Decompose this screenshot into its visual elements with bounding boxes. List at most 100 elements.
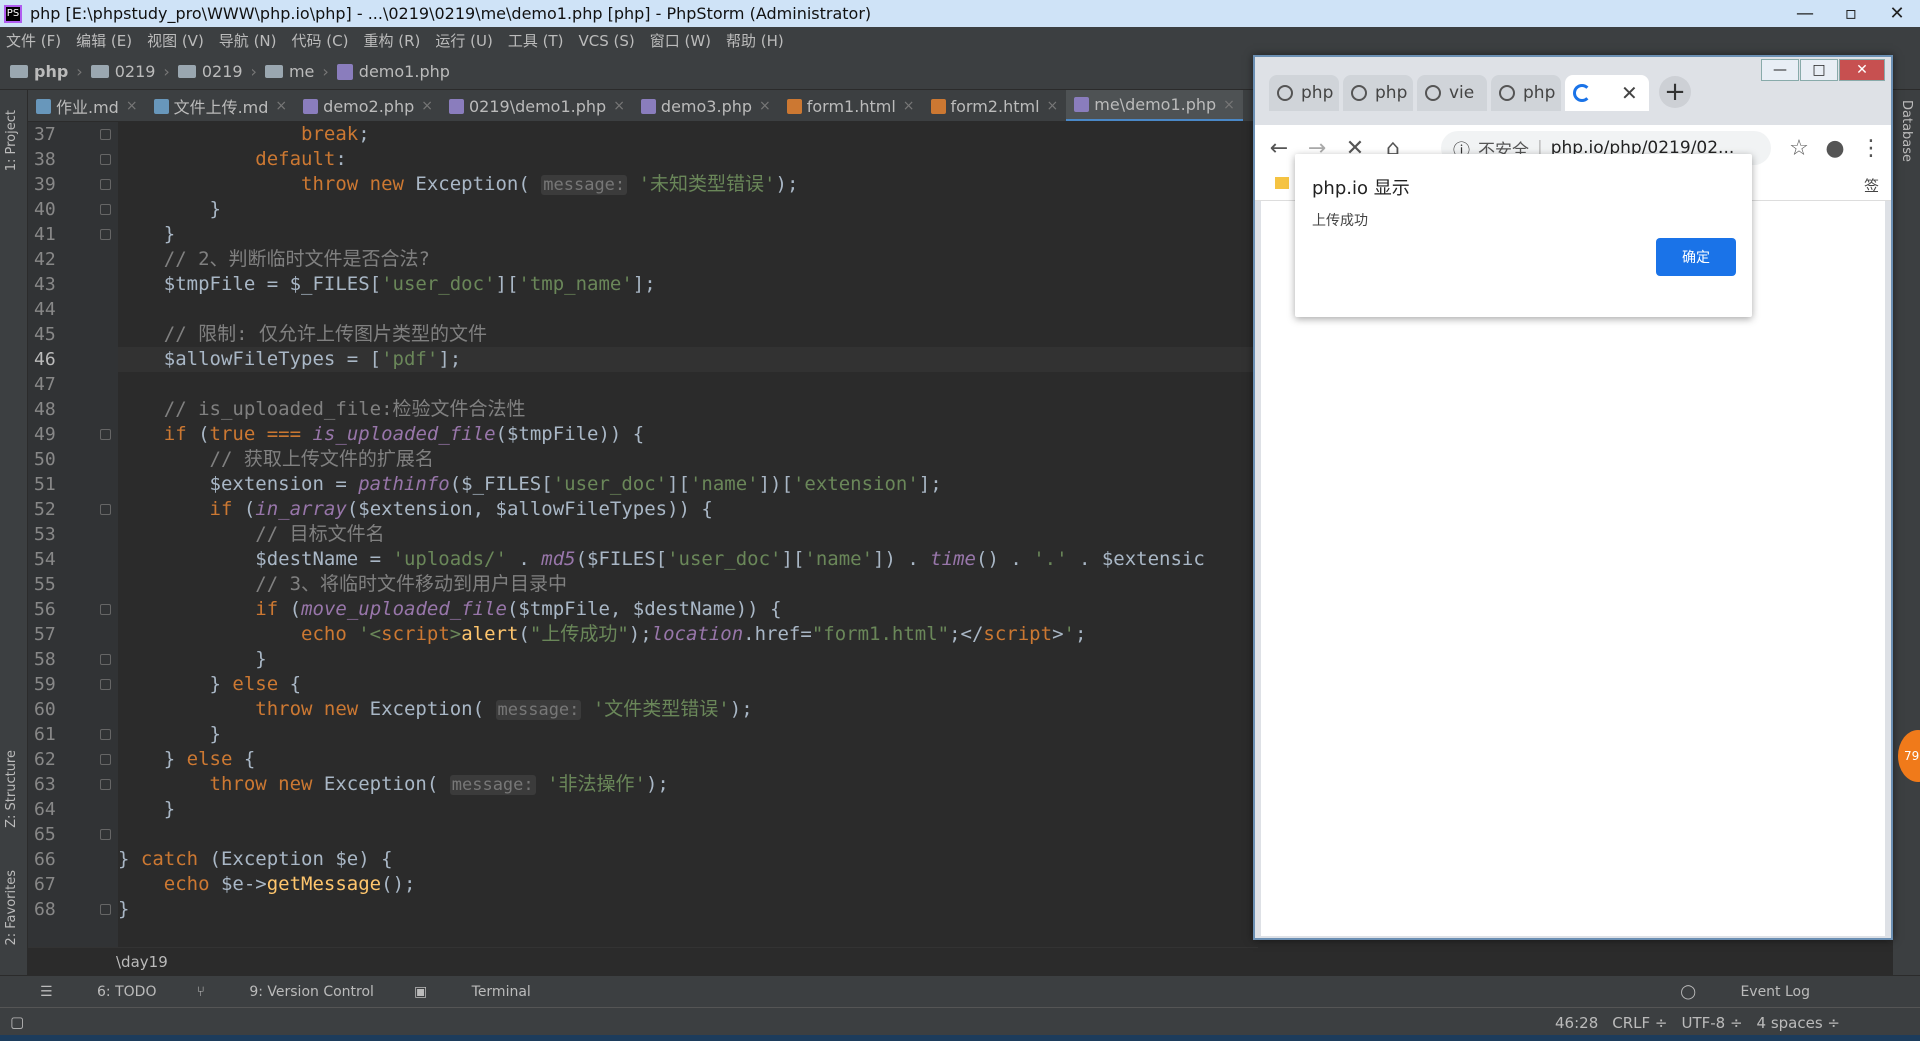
close-icon[interactable]: ✕ — [1839, 59, 1885, 81]
todo-label: 6: TODO — [97, 983, 157, 1000]
line-number: 47 — [34, 374, 56, 395]
line-number: 62 — [34, 749, 56, 770]
maximize-icon[interactable]: □ — [1800, 59, 1838, 81]
menu-window[interactable]: 窗口 (W) — [650, 30, 711, 51]
fold-marker-icon[interactable] — [100, 154, 111, 165]
menu-file[interactable]: 文件 (F) — [6, 30, 61, 51]
minimize-icon[interactable]: — — [1782, 0, 1828, 27]
account-icon[interactable]: ● — [1821, 136, 1849, 161]
menu-vcs[interactable]: VCS (S) — [578, 32, 634, 50]
line-number: 61 — [34, 724, 56, 745]
fold-marker-icon[interactable] — [100, 654, 111, 665]
favorites-tool-button[interactable]: 2: Favorites — [4, 870, 19, 946]
editor-breadcrumb[interactable]: \day19 — [28, 947, 1258, 975]
caret-position[interactable]: 46:28 — [1555, 1014, 1598, 1032]
menu-refactor[interactable]: 重构 (R) — [363, 30, 420, 51]
tab-homework-md[interactable]: 作业.md × — [28, 90, 146, 121]
event-log-button[interactable]: ◯ Event Log — [1680, 984, 1810, 1000]
tab-demo2-php[interactable]: demo2.php × — [295, 90, 441, 121]
menu-view[interactable]: 视图 (V) — [147, 30, 204, 51]
close-tab-icon[interactable]: × — [1047, 98, 1059, 114]
fold-marker-icon[interactable] — [100, 204, 111, 215]
tab-form1-html[interactable]: form1.html × — [779, 90, 923, 121]
fold-marker-icon[interactable] — [100, 904, 111, 915]
fold-marker-icon[interactable] — [100, 829, 111, 840]
browser-tab[interactable]: vie — [1417, 75, 1487, 111]
close-tab-icon[interactable]: × — [421, 98, 433, 114]
minimize-icon[interactable]: — — [1761, 59, 1799, 81]
browser-tab[interactable]: php — [1343, 75, 1413, 111]
breadcrumb-file[interactable]: demo1.php — [336, 62, 450, 81]
indent-setting[interactable]: 4 spaces ÷ — [1757, 1014, 1840, 1032]
tab-form2-html[interactable]: form2.html × — [923, 90, 1067, 121]
line-separator[interactable]: CRLF ÷ — [1612, 1014, 1667, 1032]
close-tab-icon[interactable]: ✕ — [1621, 81, 1638, 105]
tab-upload-md[interactable]: 文件上传.md × — [146, 90, 296, 121]
back-icon[interactable]: ← — [1265, 136, 1293, 161]
close-tab-icon[interactable]: × — [759, 98, 771, 114]
code-editor[interactable]: break; default: throw new Exception( mes… — [118, 122, 1253, 947]
line-number: 42 — [34, 249, 56, 270]
fold-marker-icon[interactable] — [100, 229, 111, 240]
tab-demo3-php[interactable]: demo3.php × — [633, 90, 779, 121]
fold-marker-icon[interactable] — [100, 604, 111, 615]
structure-tool-button[interactable]: Z: Structure — [4, 750, 19, 828]
toggle-tool-windows-icon[interactable]: ▢ — [10, 1013, 24, 1031]
tool-window-bar: ☰ 6: TODO ⑂ 9: Version Control ▣ Termina… — [0, 975, 1920, 1007]
line-number: 59 — [34, 674, 56, 695]
line-number: 67 — [34, 874, 56, 895]
ok-button[interactable]: 确定 — [1656, 238, 1736, 276]
menu-edit[interactable]: 编辑 (E) — [76, 30, 132, 51]
todo-tool-button[interactable]: ☰ 6: TODO — [40, 984, 156, 1000]
fold-marker-icon[interactable] — [100, 779, 111, 790]
tab-me-demo1-php[interactable]: me\demo1.php × — [1066, 90, 1243, 121]
new-tab-button[interactable]: + — [1659, 76, 1691, 108]
close-icon[interactable]: ✕ — [1874, 0, 1920, 27]
bookmarks-label[interactable]: 签 — [1864, 175, 1879, 196]
breadcrumb-folder-0219-sub[interactable]: 0219 — [177, 62, 243, 81]
breadcrumb-folder-me[interactable]: me — [264, 62, 314, 81]
line-number: 37 — [34, 124, 56, 145]
close-tab-icon[interactable]: × — [1223, 97, 1235, 113]
browser-tab[interactable]: php — [1269, 75, 1339, 111]
close-tab-icon[interactable]: × — [275, 98, 287, 114]
menu-bar: 文件 (F) 编辑 (E) 视图 (V) 导航 (N) 代码 (C) 重构 (R… — [0, 27, 1920, 54]
star-icon[interactable]: ☆ — [1785, 136, 1813, 161]
bookmark-folder-icon[interactable] — [1275, 177, 1289, 189]
menu-tools[interactable]: 工具 (T) — [508, 30, 564, 51]
version-control-tool-button[interactable]: ⑂ 9: Version Control — [196, 984, 373, 1000]
php-file-icon — [640, 98, 656, 114]
file-encoding[interactable]: UTF-8 ÷ — [1681, 1014, 1742, 1032]
code-line: $extension = pathinfo($_FILES['user_doc'… — [118, 473, 942, 495]
fold-marker-icon[interactable] — [100, 429, 111, 440]
menu-navigate[interactable]: 导航 (N) — [219, 30, 277, 51]
browser-tab-active[interactable]: ✕ — [1565, 75, 1649, 111]
fold-marker-icon[interactable] — [100, 504, 111, 515]
fold-marker-icon[interactable] — [100, 179, 111, 190]
breadcrumb-folder-0219[interactable]: 0219 — [90, 62, 155, 81]
tab-0219-demo1-php[interactable]: 0219\demo1.php × — [441, 90, 633, 121]
line-number: 66 — [34, 849, 56, 870]
fold-marker-icon[interactable] — [100, 129, 111, 140]
breadcrumb-project[interactable]: php — [10, 62, 68, 81]
browser-tab[interactable]: php — [1491, 75, 1561, 111]
project-tool-button[interactable]: 1: Project — [4, 110, 19, 171]
fold-marker-icon[interactable] — [100, 754, 111, 765]
line-number: 50 — [34, 449, 56, 470]
database-tool-button[interactable]: Database — [1899, 100, 1914, 162]
fold-marker-icon[interactable] — [100, 729, 111, 740]
close-tab-icon[interactable]: × — [903, 98, 915, 114]
menu-icon[interactable]: ⋮ — [1857, 136, 1885, 161]
window-title-bar: PS php [E:\phpstudy_pro\WWW\php.io\php] … — [0, 0, 1920, 27]
terminal-tool-button[interactable]: ▣ Terminal — [414, 984, 531, 1000]
menu-run[interactable]: 运行 (U) — [435, 30, 492, 51]
close-tab-icon[interactable]: × — [613, 98, 625, 114]
fold-marker-icon[interactable] — [100, 679, 111, 690]
menu-help[interactable]: 帮助 (H) — [726, 30, 784, 51]
maximize-icon[interactable]: ▫ — [1828, 0, 1874, 27]
markdown-file-icon — [36, 98, 51, 114]
menu-code[interactable]: 代码 (C) — [292, 30, 349, 51]
close-tab-icon[interactable]: × — [126, 98, 138, 114]
folder-icon — [90, 65, 109, 78]
